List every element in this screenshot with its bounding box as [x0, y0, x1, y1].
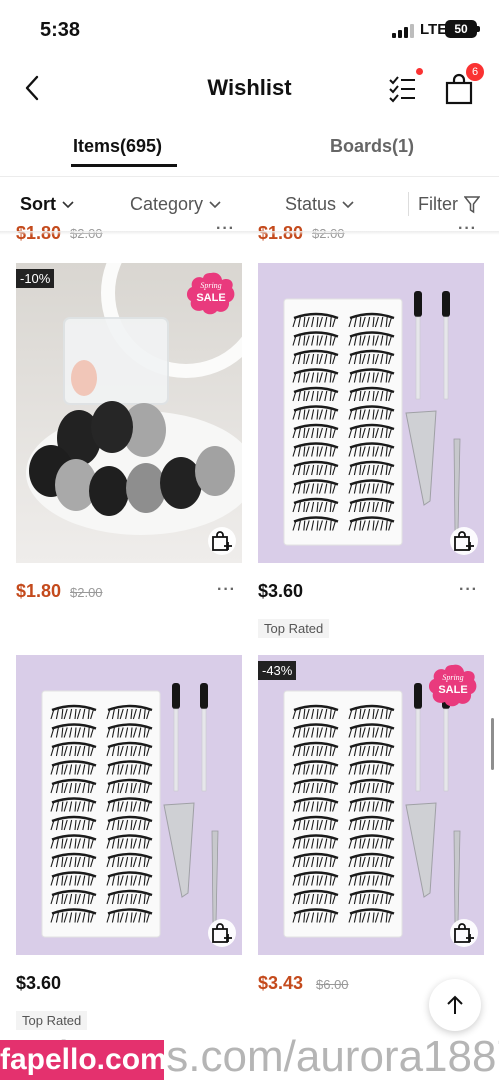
checklist-icon [389, 76, 415, 103]
more-options-button[interactable]: ··· [459, 581, 478, 599]
discount-badge: -10% [16, 269, 55, 288]
chevron-down-icon [342, 200, 354, 208]
price: $1.80 [258, 226, 303, 244]
add-to-cart-button[interactable] [208, 527, 236, 555]
filter-label: Filter [418, 194, 458, 214]
status-label: Status [285, 194, 337, 214]
previous-price-row: $1.80 $2.00 ··· [258, 226, 488, 244]
product-image[interactable] [16, 655, 242, 955]
svg-text:SALE: SALE [196, 292, 225, 304]
svg-text:SALE: SALE [438, 684, 467, 696]
svg-text:Spring: Spring [442, 673, 463, 682]
navigation-bar: Wishlist 6 [0, 60, 499, 116]
battery-icon: 50 [445, 20, 480, 38]
watermark: OnlyFans.com/aurora1887 fapello.com [0, 1006, 499, 1080]
discount-badge: -43% [258, 661, 297, 680]
top-rated-tag: Top Rated [258, 619, 330, 638]
price: $3.60 [258, 581, 304, 601]
category-label: Category [130, 194, 204, 214]
network-label: LTE [420, 21, 448, 38]
wishlist-tabs: Items(695) Boards(1) [0, 124, 499, 172]
page-title: Wishlist [207, 75, 292, 100]
add-to-bag-icon [212, 923, 232, 943]
watermark-logo: fapello.com [0, 1040, 167, 1080]
chevron-down-icon [209, 200, 221, 208]
status-bar: 5:38 LTE 50 [0, 0, 499, 60]
price: $3.60 [16, 973, 62, 993]
price-row: $3.60 [16, 973, 242, 999]
price: $1.80 [16, 581, 62, 601]
category-dropdown[interactable]: Category [130, 194, 221, 215]
active-tab-indicator [71, 164, 177, 167]
funnel-icon [464, 195, 480, 213]
filter-bar: Sort Category Status Filter [0, 182, 499, 228]
more-options-button[interactable]: ··· [217, 581, 236, 599]
add-to-cart-button[interactable] [450, 919, 478, 947]
add-to-bag-icon [212, 531, 232, 551]
spring-sale-badge-icon: Spring SALE [186, 272, 235, 315]
add-to-cart-button[interactable] [450, 527, 478, 555]
eyelash-kit-photo [41, 683, 219, 938]
add-to-cart-button[interactable] [208, 919, 236, 947]
eyelash-kit-photo [283, 291, 461, 546]
chevron-down-icon [62, 200, 74, 208]
add-to-bag-icon [454, 531, 474, 551]
cart-count-badge: 6 [466, 63, 484, 81]
product-image[interactable]: -10% Spring SALE [16, 263, 242, 563]
notification-dot [416, 68, 423, 75]
price-row: $3.60 ··· [258, 581, 484, 607]
previous-price-row: $1.80 $2.00 ··· [16, 226, 246, 244]
original-price: $6.00 [316, 977, 349, 992]
filter-separator [408, 192, 409, 216]
manage-list-button[interactable] [386, 72, 420, 106]
filter-shadow [0, 231, 499, 235]
price: $3.43 [258, 973, 304, 993]
status-dropdown[interactable]: Status [285, 194, 354, 215]
add-to-bag-icon [454, 923, 474, 943]
sort-label: Sort [20, 194, 56, 214]
price-row: $1.80 $2.00 ··· [16, 581, 242, 607]
original-price: $2.00 [70, 585, 103, 600]
tab-boards[interactable]: Boards(1) [330, 136, 414, 157]
product-image[interactable] [258, 263, 484, 563]
signal-icon [392, 22, 414, 38]
product-image[interactable]: -43% Spring SALE [258, 655, 484, 955]
scrollbar[interactable] [491, 718, 494, 770]
price: $1.80 [16, 226, 61, 244]
svg-text:Spring: Spring [200, 281, 221, 290]
filter-button[interactable]: Filter [418, 194, 480, 215]
divider [0, 176, 499, 177]
spring-sale-badge-icon: Spring SALE [428, 664, 477, 707]
tab-items[interactable]: Items(695) [73, 136, 162, 157]
status-time: 5:38 [40, 19, 81, 41]
sort-dropdown[interactable]: Sort [20, 194, 74, 215]
